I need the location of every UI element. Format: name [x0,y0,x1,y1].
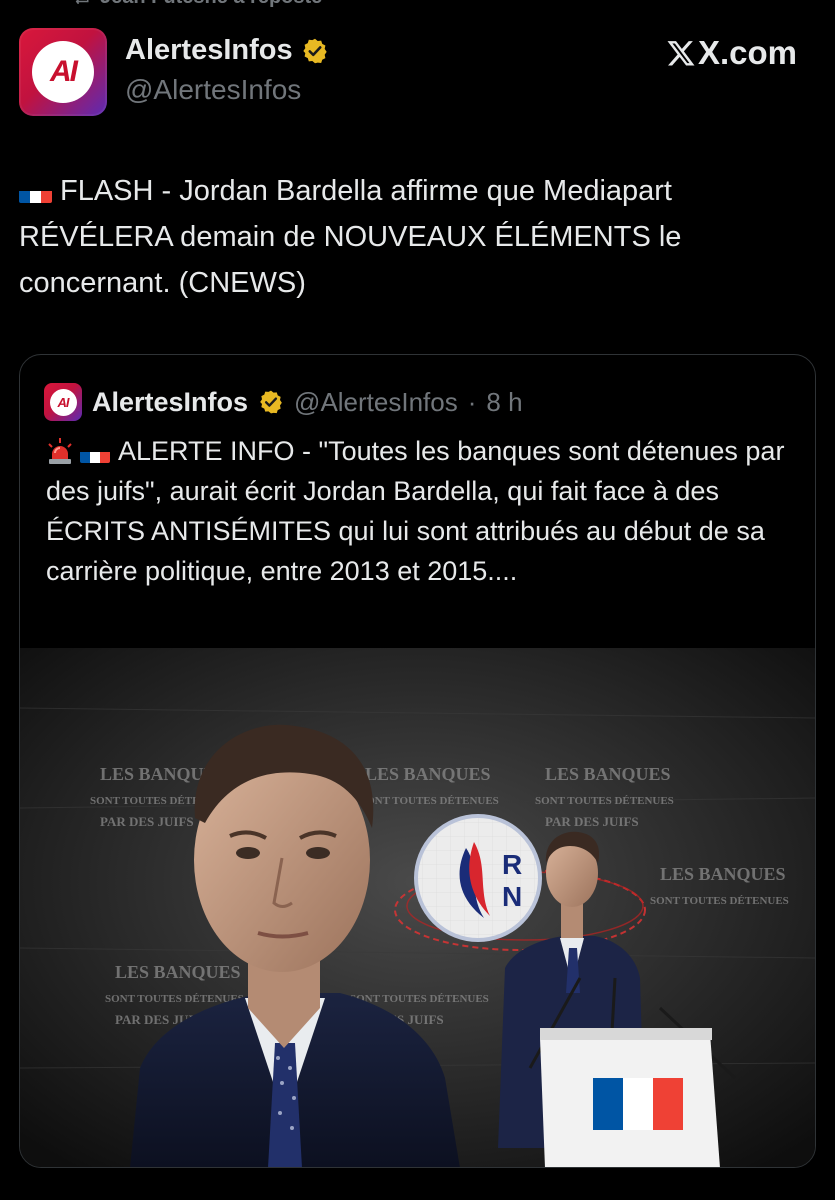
france-flag-icon [19,181,52,203]
podium-flag-icon [593,1078,683,1130]
logo-letter-r: R [502,849,522,880]
author-name-row[interactable]: AlertesInfos [125,34,329,67]
separator-dot: · [467,386,477,417]
wall-text: LES BANQUES [115,962,241,982]
author-handle[interactable]: @AlertesInfos [125,74,301,106]
wall-text: SONT TOUTES DÉTENUES [350,993,489,1005]
quoted-avatar-logo-text: AI [57,394,70,410]
wall-text: SONT TOUTES DÉTENUES [360,795,499,807]
quoted-author-name[interactable]: AlertesInfos [92,387,248,418]
author-avatar[interactable]: AI [19,28,107,116]
quoted-timestamp[interactable]: 8 h [486,387,522,418]
siren-icon [48,438,72,464]
wall-text: SONT TOUTES DÉTENUES [535,795,674,807]
rn-logo: R N [414,814,542,942]
quoted-avatar-logo: AI [49,388,77,416]
repost-indicator: Jean Futesne a reposté [72,0,322,8]
france-flag-icon [80,443,110,463]
quoted-tweet-text: ALERTE INFO - "Toutes les banques sont d… [46,436,785,586]
quoted-tweet-image[interactable]: LES BANQUES SONT TOUTES DÉTENUES PAR DES… [20,648,815,1167]
quoted-tweet-header: AI AlertesInfos @AlertesInfos · 8 h [44,383,523,421]
wall-text: SONT TOUTES DÉTENUES [650,895,789,907]
repost-text: Jean Futesne a reposté [100,0,322,9]
author-name[interactable]: AlertesInfos [125,34,293,67]
verified-badge-icon [260,390,282,414]
x-com-badge: X.com [666,34,797,72]
quoted-author-avatar[interactable]: AI [44,383,82,421]
x-com-label: X.com [697,34,797,71]
quoted-tweet-card[interactable]: AI AlertesInfos @AlertesInfos · 8 h ALERTE… [19,354,816,1168]
x-logo-icon [667,41,695,66]
avatar-logo: AI [32,41,94,103]
verified-badge-icon [302,38,327,63]
avatar-logo-text: AI [50,55,78,88]
wall-text: PAR DES JUIFS [100,814,194,829]
repost-icon [75,0,89,4]
quoted-tweet-body: ALERTE INFO - "Toutes les banques sont d… [46,431,794,591]
logo-letter-n: N [502,881,522,912]
wall-text: PAR DES JUIFS [545,814,639,829]
wall-text: LES BANQUES [365,764,491,784]
tweet-text: FLASH - Jordan Bardella affirme que Medi… [19,175,682,299]
news-illustration: LES BANQUES SONT TOUTES DÉTENUES PAR DES… [20,648,815,1167]
tweet-body: FLASH - Jordan Bardella affirme que Medi… [19,168,819,306]
wall-text: LES BANQUES [545,764,671,784]
wall-text: LES BANQUES [660,864,786,884]
quoted-author-handle[interactable]: @AlertesInfos [294,387,458,418]
